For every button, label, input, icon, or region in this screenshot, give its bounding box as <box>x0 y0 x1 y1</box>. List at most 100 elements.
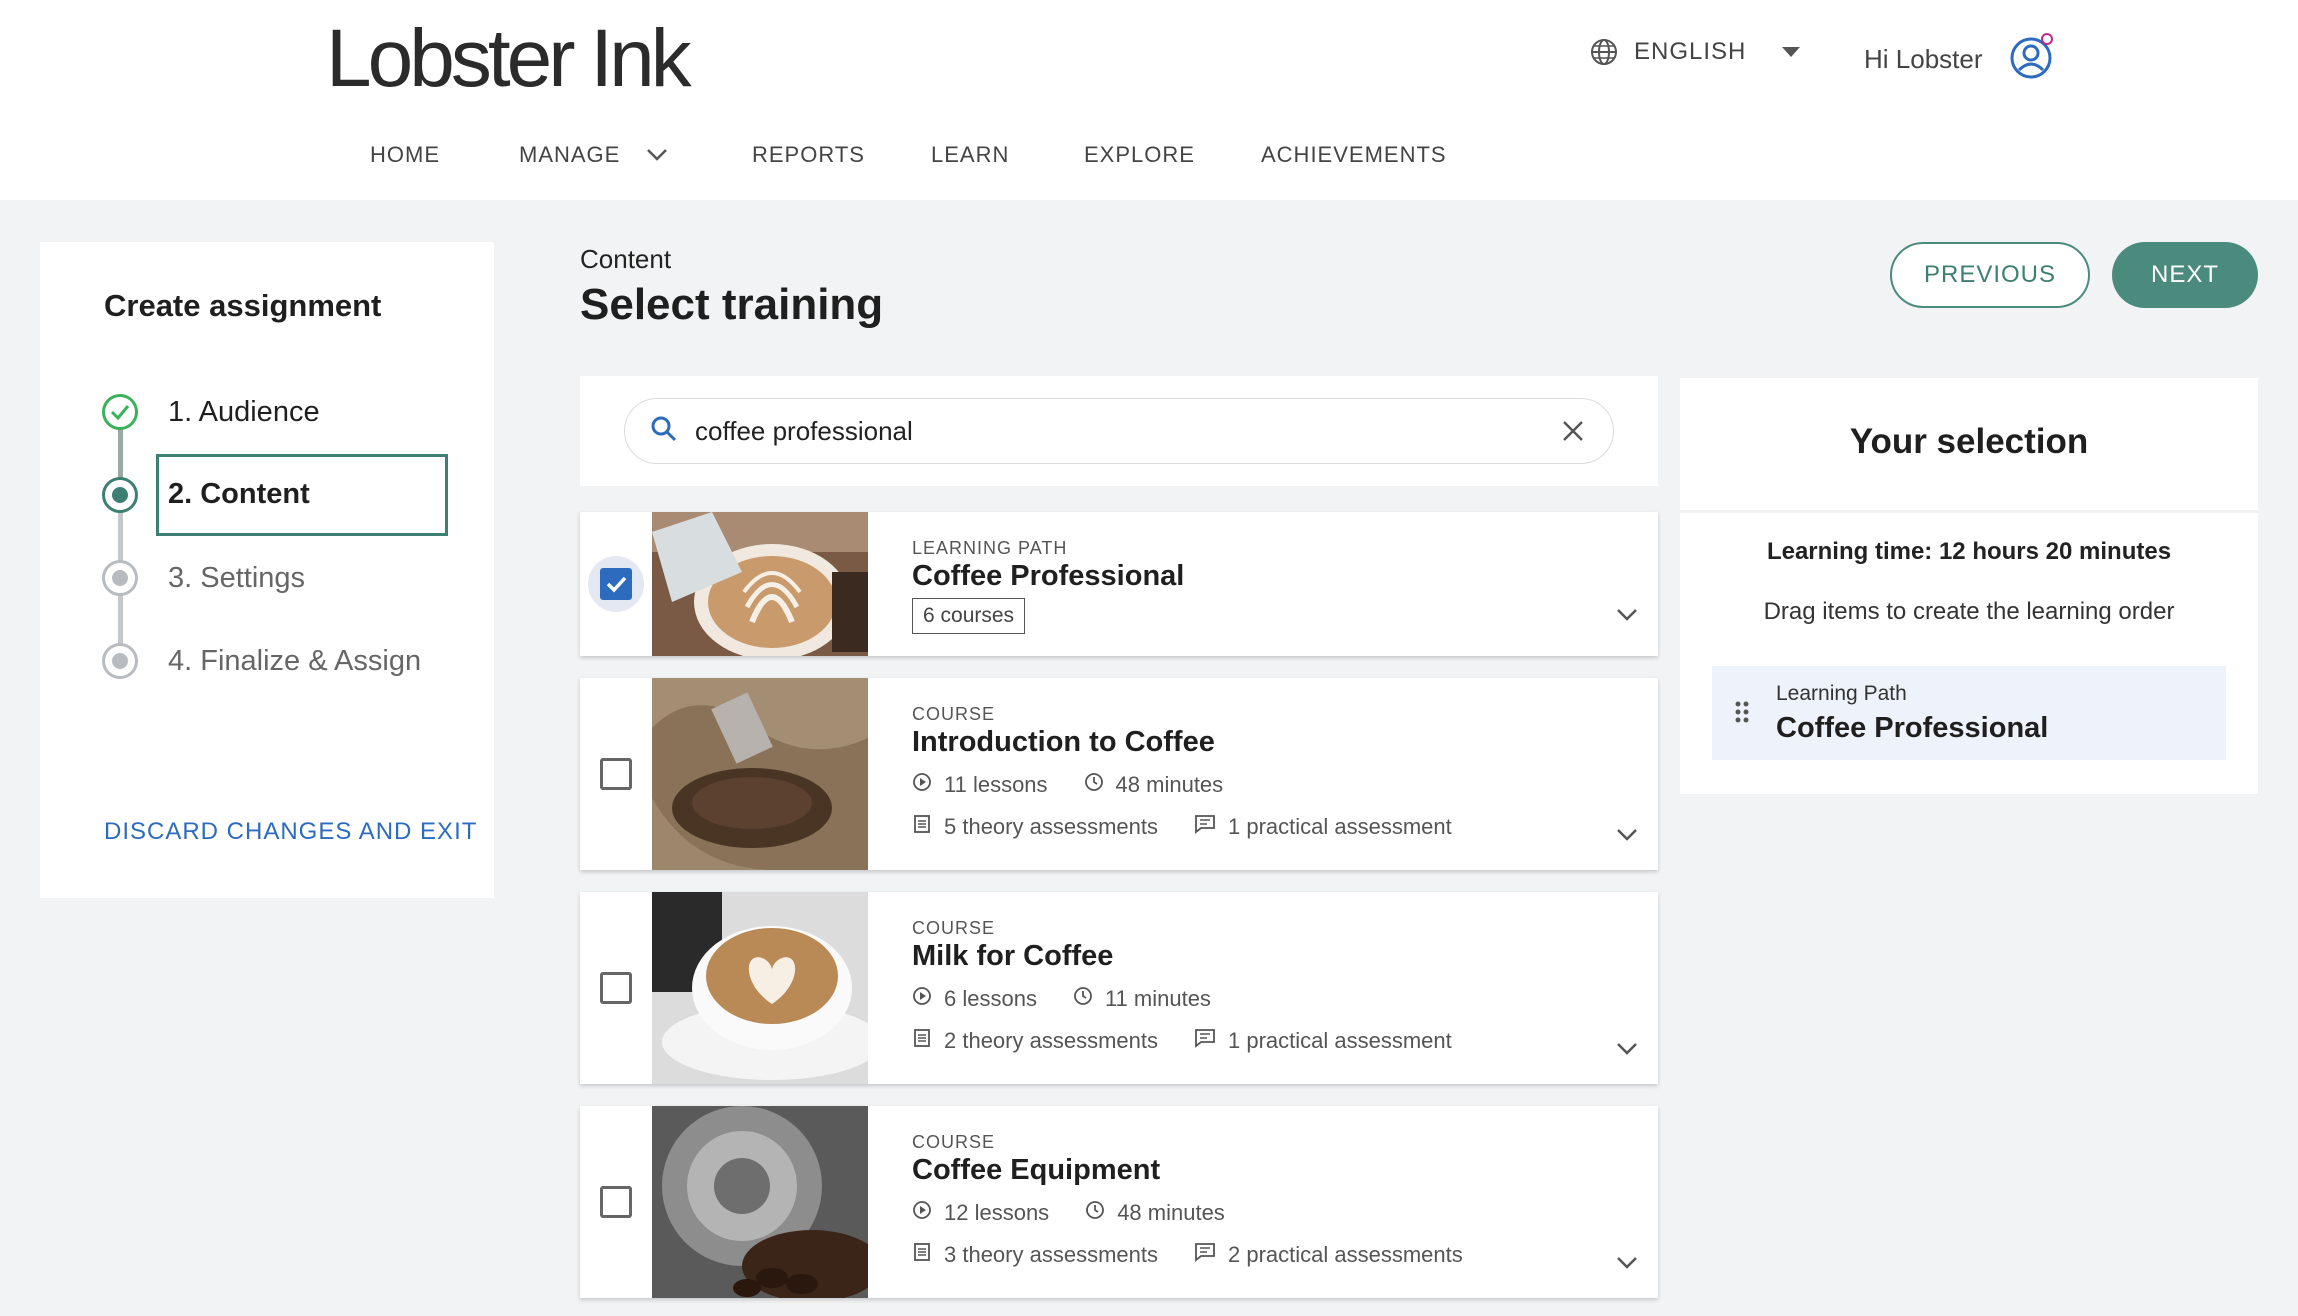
selected-item-type: Learning Path <box>1776 682 1907 705</box>
practical-assessments: 1 practical assessment <box>1227 814 1452 839</box>
chevron-down-icon[interactable] <box>1616 828 1638 847</box>
top-header: Lobster Ink ENGLISH Hi Lobster HOME MANA… <box>0 0 2298 200</box>
assessment-stats: 3 theory assessments 2 practical assessm… <box>912 1242 1499 1268</box>
theory-assessments: 3 theory assessments <box>944 1242 1158 1267</box>
result-card[interactable]: COURSE Milk for Coffee 6 lessons 11 minu… <box>580 892 1658 1084</box>
chevron-down-icon <box>646 142 668 168</box>
page-title: Select training <box>580 280 884 329</box>
assignment-stepper: Create assignment 1. Audience 2. Content… <box>40 242 494 898</box>
duration: 48 minutes <box>1115 772 1224 797</box>
lesson-count: 12 lessons <box>944 1200 1050 1225</box>
chevron-down-icon[interactable] <box>1616 1256 1638 1275</box>
result-card[interactable]: COURSE Coffee Equipment 12 lessons 48 mi… <box>580 1106 1658 1298</box>
duration: 11 minutes <box>1104 986 1211 1011</box>
duration: 48 minutes <box>1117 1200 1225 1225</box>
feedback-icon <box>1194 1242 1216 1268</box>
select-checkbox[interactable] <box>600 758 632 790</box>
document-icon <box>912 1028 932 1054</box>
assessment-stats: 5 theory assessments 1 practical assessm… <box>912 814 1488 840</box>
item-type: COURSE <box>912 704 996 724</box>
clock-icon <box>1073 986 1093 1012</box>
step-dot-finalize <box>102 643 138 679</box>
selection-panel: Your selection Learning time: 12 hours 2… <box>1680 378 2258 794</box>
nav-explore[interactable]: EXPLORE <box>1084 142 1195 168</box>
check-circle-icon <box>102 394 138 430</box>
clock-icon <box>1085 1200 1105 1226</box>
nav-manage[interactable]: MANAGE <box>519 142 668 168</box>
breadcrumb: Content <box>580 244 672 274</box>
step-content[interactable]: 2. Content <box>168 478 310 511</box>
selection-title: Your selection <box>1849 422 2089 461</box>
drag-hint: Drag items to create the learning order <box>1763 598 2175 625</box>
item-type: COURSE <box>912 918 996 938</box>
previous-button[interactable]: PREVIOUS <box>1890 242 2090 308</box>
drag-handle-icon[interactable] <box>1734 700 1750 729</box>
nav-achievements[interactable]: ACHIEVEMENTS <box>1261 142 1447 168</box>
theory-assessments: 5 theory assessments <box>944 814 1158 839</box>
select-checkbox[interactable] <box>600 568 632 600</box>
selected-item-name: Coffee Professional <box>1776 712 2049 744</box>
nav-learn[interactable]: LEARN <box>931 142 1009 168</box>
item-title: Introduction to Coffee <box>912 726 1215 758</box>
nav-manage-label: MANAGE <box>519 142 621 167</box>
logo[interactable]: Lobster Ink <box>326 12 692 106</box>
search-panel <box>580 376 1658 486</box>
search-box <box>624 398 1614 464</box>
nav-home[interactable]: HOME <box>370 142 440 168</box>
play-circle-icon <box>912 986 932 1012</box>
language-selector[interactable]: ENGLISH <box>1590 38 1801 66</box>
feedback-icon <box>1194 1028 1216 1054</box>
nav-reports-label: REPORTS <box>752 142 865 167</box>
item-type: COURSE <box>912 1132 996 1152</box>
chevron-down-icon[interactable] <box>1616 608 1638 627</box>
step-dot-settings <box>102 560 138 596</box>
step-settings[interactable]: 3. Settings <box>168 562 305 595</box>
nav-explore-label: EXPLORE <box>1084 142 1195 167</box>
course-stats: 11 lessons 48 minutes <box>912 772 1259 798</box>
nav-learn-label: LEARN <box>931 142 1010 167</box>
step-finalize[interactable]: 4. Finalize & Assign <box>168 645 421 678</box>
step-audience[interactable]: 1. Audience <box>168 396 320 429</box>
assessment-stats: 2 theory assessments 1 practical assessm… <box>912 1028 1488 1054</box>
current-step-dot <box>102 477 138 513</box>
item-type: LEARNING PATH <box>912 538 1068 558</box>
user-menu[interactable]: Hi Lobster <box>1864 32 2057 87</box>
search-input[interactable] <box>695 415 1545 447</box>
nav-reports[interactable]: REPORTS <box>752 142 865 168</box>
learning-time: Learning time: 12 hours 20 minutes <box>1766 538 2172 565</box>
coffee-beans-sack-thumbnail <box>652 678 868 870</box>
search-icon <box>651 416 677 447</box>
clock-icon <box>1084 772 1104 798</box>
caret-down-icon <box>1782 47 1801 57</box>
play-circle-icon <box>912 772 932 798</box>
main-nav: HOME MANAGE REPORTS LEARN EXPLORE ACHIEV… <box>0 142 2298 182</box>
next-button[interactable]: NEXT <box>2112 242 2258 308</box>
result-card[interactable]: LEARNING PATH Coffee Professional 6 cour… <box>580 512 1658 656</box>
item-title: Coffee Professional <box>912 560 1185 592</box>
course-stats: 6 lessons 11 minutes <box>912 986 1247 1012</box>
lesson-count: 11 lessons <box>944 772 1048 797</box>
course-count-badge: 6 courses <box>912 598 1026 634</box>
feedback-icon <box>1194 814 1216 840</box>
select-checkbox[interactable] <box>600 972 632 1004</box>
practical-assessments: 1 practical assessment <box>1227 1028 1452 1053</box>
select-checkbox[interactable] <box>600 1186 632 1218</box>
item-title: Coffee Equipment <box>912 1154 1161 1186</box>
result-card[interactable]: COURSE Introduction to Coffee 11 lessons… <box>580 678 1658 870</box>
selected-item[interactable]: Learning Path Coffee Professional <box>1712 666 2226 760</box>
close-icon[interactable] <box>1559 417 1587 450</box>
coffee-grinder-thumbnail <box>652 1106 868 1298</box>
stepper-title: Create assignment <box>104 288 382 323</box>
practical-assessments: 2 practical assessments <box>1227 1242 1463 1267</box>
language-label: ENGLISH <box>1634 38 1747 65</box>
nav-home-label: HOME <box>370 142 440 167</box>
user-avatar-icon <box>2009 32 2057 87</box>
chevron-down-icon[interactable] <box>1616 1042 1638 1061</box>
nav-achievements-label: ACHIEVEMENTS <box>1261 142 1447 167</box>
latte-art-thumbnail <box>652 512 868 656</box>
discard-changes-link[interactable]: DISCARD CHANGES AND EXIT <box>104 818 477 846</box>
play-circle-icon <box>912 1200 932 1226</box>
course-stats: 12 lessons 48 minutes <box>912 1200 1261 1226</box>
lesson-count: 6 lessons <box>944 986 1037 1011</box>
divider <box>1680 510 2258 513</box>
